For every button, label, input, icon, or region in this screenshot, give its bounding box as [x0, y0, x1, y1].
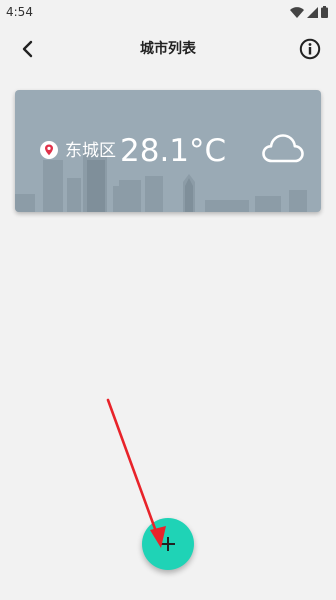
temperature-value: 28.1°C [120, 133, 227, 169]
status-bar: 4:54 [0, 0, 336, 24]
status-icons [290, 6, 328, 18]
app-bar: 城市列表 [0, 28, 336, 70]
status-time: 4:54 [6, 5, 33, 19]
page-title: 城市列表 [140, 41, 196, 57]
info-circle-icon [299, 38, 321, 60]
wifi-icon [290, 6, 304, 18]
battery-icon [321, 6, 328, 18]
city-card[interactable]: 东城区 28.1°C [15, 90, 321, 212]
location-pin-icon [40, 141, 58, 159]
signal-icon [307, 6, 318, 18]
back-button[interactable] [12, 34, 42, 64]
district-name: 东城区 [65, 141, 116, 161]
plus-icon [161, 537, 175, 551]
add-city-button[interactable] [142, 518, 194, 570]
city-card-content: 东城区 28.1°C [15, 90, 321, 212]
cloud-icon [262, 134, 304, 163]
chevron-left-icon [22, 40, 33, 58]
info-button[interactable] [296, 35, 324, 63]
